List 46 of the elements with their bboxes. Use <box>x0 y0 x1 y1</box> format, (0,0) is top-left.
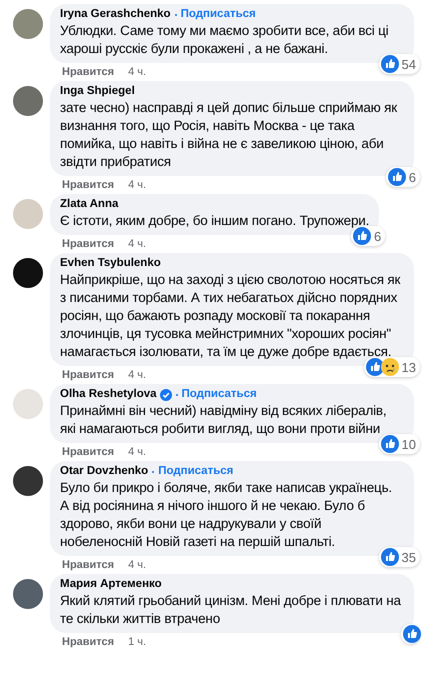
reaction-badge[interactable]: 10 <box>378 434 420 454</box>
author-name[interactable]: Zlata Anna <box>60 197 118 212</box>
avatar[interactable] <box>13 258 43 288</box>
like-link[interactable]: Нравится <box>62 367 114 383</box>
thumbs-up-icon <box>403 625 421 643</box>
separator-dot <box>174 14 177 16</box>
thumbs-up-icon <box>380 548 399 566</box>
thumbs-up-icon <box>380 55 399 73</box>
thumbs-up-icon <box>366 358 384 376</box>
like-link[interactable]: Нравится <box>62 236 114 252</box>
reaction-badge[interactable]: 6 <box>386 167 420 187</box>
timestamp[interactable]: 4 ч. <box>128 177 146 193</box>
reaction-badge[interactable]: 35 <box>378 547 420 567</box>
timestamp[interactable]: 4 ч. <box>128 64 146 80</box>
author-name[interactable]: Iryna Gerashchenko <box>60 7 171 22</box>
like-link[interactable]: Нравится <box>62 444 114 460</box>
like-link[interactable]: Нравится <box>62 557 114 573</box>
reaction-badge[interactable]: 54 <box>378 54 420 74</box>
reaction-badge[interactable]: 6 <box>350 226 386 246</box>
author-name[interactable]: Otar Dovzhenko <box>60 464 148 479</box>
author-name[interactable]: Inga Shpiegel <box>60 84 135 99</box>
follow-link[interactable]: Подписаться <box>182 387 257 402</box>
timestamp[interactable]: 4 ч. <box>128 557 146 573</box>
timestamp[interactable]: 4 ч. <box>128 236 146 252</box>
follow-link[interactable]: Подписаться <box>158 464 234 479</box>
avatar[interactable] <box>13 466 43 496</box>
thumbs-up-icon <box>352 227 371 245</box>
author-name[interactable]: Olha Reshetylova <box>60 387 157 402</box>
separator-dot <box>152 470 154 472</box>
timestamp[interactable]: 1 ч. <box>128 634 146 650</box>
like-link[interactable]: Нравится <box>62 177 114 193</box>
follow-link[interactable]: Подписаться <box>180 7 256 22</box>
reaction-badge[interactable] <box>401 624 420 644</box>
comment-text: Який клятий грьобаний цинізм. Мені добре і плювати на те скільки життів втрачено <box>60 592 402 628</box>
like-link[interactable]: Нравится <box>62 634 114 650</box>
author-name[interactable]: Evhen Tsybulenko <box>60 256 161 271</box>
reaction-badge[interactable]: 13 <box>364 357 420 377</box>
sad-face-icon <box>380 358 399 376</box>
avatar[interactable] <box>13 579 43 609</box>
thumbs-up-icon <box>388 168 406 186</box>
author-name[interactable]: Мария Артеменко <box>60 577 162 592</box>
thumbs-up-icon <box>380 435 399 453</box>
timestamp[interactable]: 4 ч. <box>128 367 146 383</box>
timestamp[interactable]: 4 ч. <box>128 444 146 460</box>
separator-dot <box>176 394 178 396</box>
like-link[interactable]: Нравится <box>62 64 114 80</box>
